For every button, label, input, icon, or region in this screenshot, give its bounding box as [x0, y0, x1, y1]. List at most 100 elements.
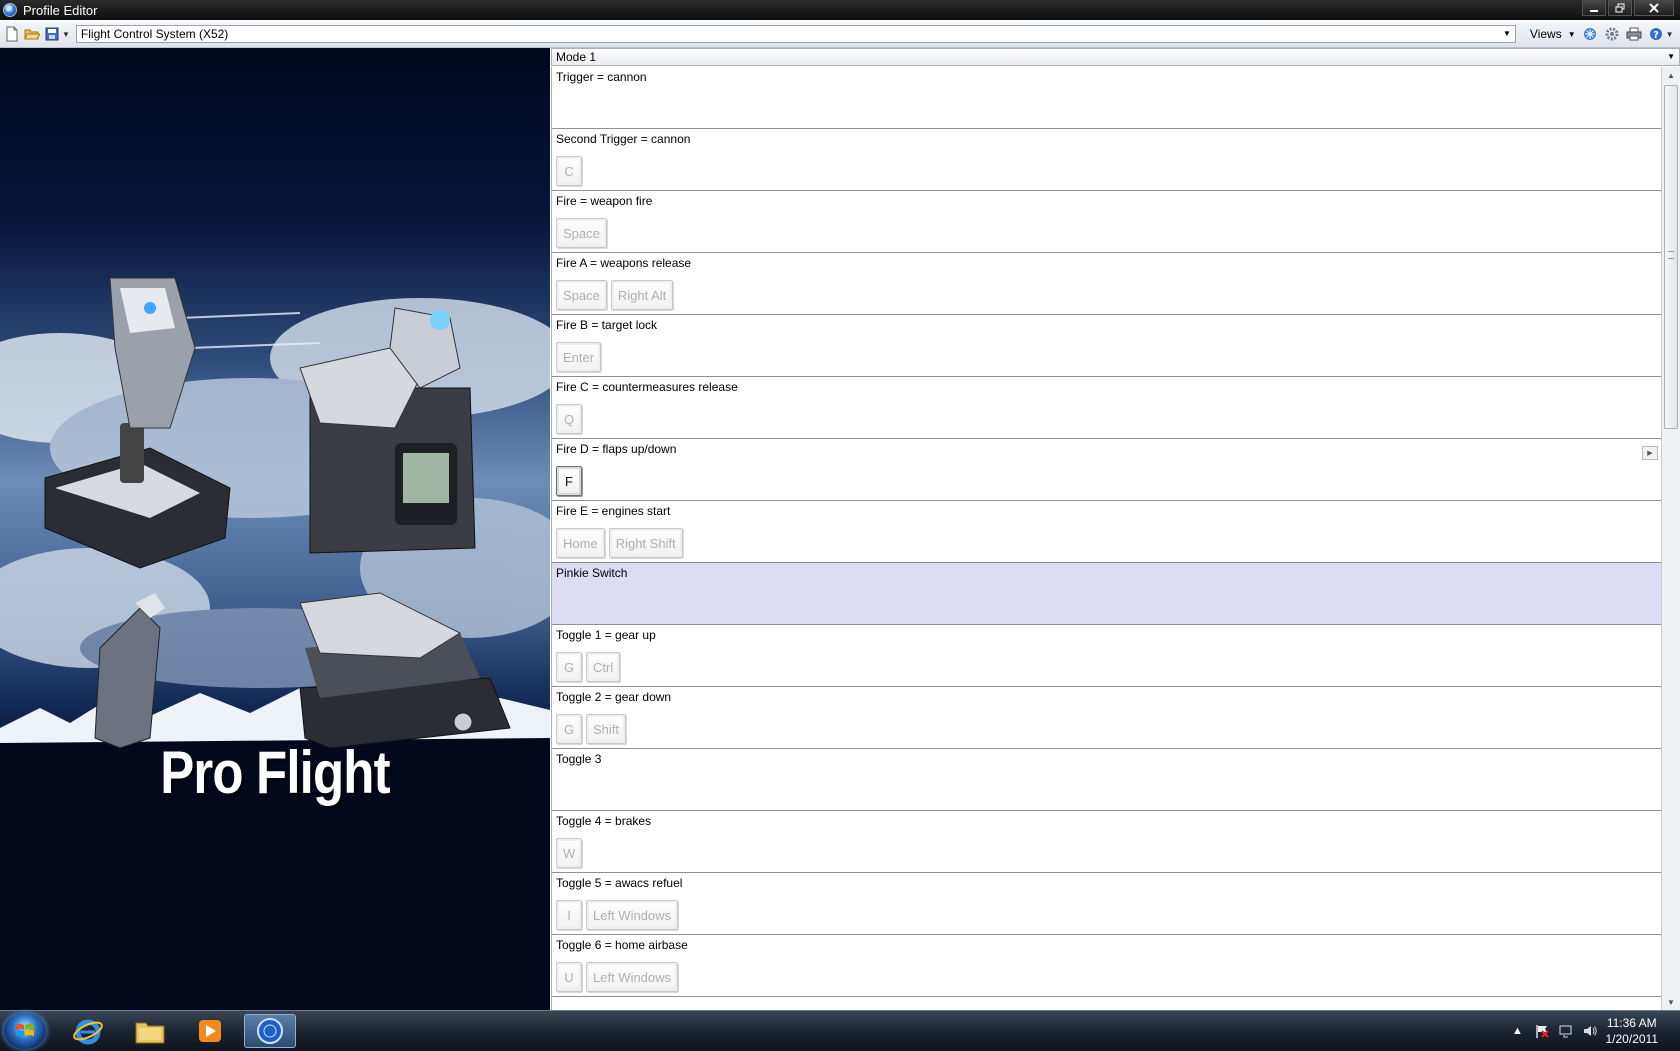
taskbar-media-player[interactable]	[184, 1014, 236, 1048]
binding-label: Pinkie Switch	[556, 566, 627, 580]
binding-row[interactable]: Toggle 2 = gear downGShift	[552, 687, 1662, 749]
key-chip[interactable]: C	[556, 156, 582, 186]
key-sequence: ULeft Windows	[556, 962, 678, 992]
key-chip[interactable]: Space	[556, 218, 607, 248]
key-chip[interactable]: Q	[556, 404, 582, 434]
chevron-down-icon: ▼	[1503, 29, 1511, 38]
key-chip[interactable]: G	[556, 652, 582, 682]
key-sequence: ILeft Windows	[556, 900, 678, 930]
binding-label: Toggle 5 = awacs refuel	[556, 876, 682, 890]
key-sequence: Space	[556, 218, 607, 248]
key-sequence: Q	[556, 404, 582, 434]
taskbar-explorer[interactable]	[124, 1014, 176, 1048]
pro-flight-logo: Pro Flight	[41, 738, 509, 807]
binding-row[interactable]: Fire C = countermeasures releaseQ	[552, 377, 1662, 439]
key-chip[interactable]: W	[556, 838, 582, 868]
binding-row[interactable]: Fire E = engines startHomeRight Shift	[552, 501, 1662, 563]
expand-arrow-icon[interactable]: ▶	[1642, 446, 1658, 460]
minimize-icon	[1589, 3, 1599, 13]
key-sequence: HomeRight Shift	[556, 528, 683, 558]
key-chip[interactable]: F	[556, 466, 582, 496]
clock-date: 1/20/2011	[1606, 1031, 1659, 1047]
restore-button[interactable]	[1608, 0, 1632, 16]
key-chip[interactable]: Ctrl	[586, 652, 620, 682]
binding-row[interactable]: Fire D = flaps up/downF▶	[552, 439, 1662, 501]
open-profile-button[interactable]	[24, 26, 40, 42]
print-button[interactable]	[1626, 26, 1642, 42]
key-chip[interactable]: U	[556, 962, 582, 992]
binding-list: Trigger = cannon Second Trigger = cannonC…	[551, 67, 1662, 1010]
windows-logo-icon	[15, 1022, 35, 1040]
key-chip[interactable]: Space	[556, 280, 607, 310]
save-options-dropdown[interactable]: ▼	[62, 30, 70, 39]
action-center-icon[interactable]	[1534, 1023, 1550, 1039]
show-hidden-icons-icon[interactable]: ▲	[1510, 1023, 1526, 1039]
scroll-up-icon[interactable]: ▲	[1662, 67, 1680, 83]
product-image-panel: Pro Flight	[0, 48, 550, 1010]
network-icon[interactable]	[1558, 1023, 1574, 1039]
internet-explorer-icon	[73, 1016, 103, 1046]
binding-row[interactable]: Trigger = cannon	[552, 67, 1662, 129]
window-controls	[1582, 0, 1674, 16]
binding-row[interactable]: Pinkie Switch	[552, 563, 1662, 625]
binding-row[interactable]: Fire A = weapons releaseSpaceRight Alt	[552, 253, 1662, 315]
taskbar: ▲ 11:36 AM 1/20/2011	[0, 1010, 1680, 1051]
help-icon: ?	[1649, 27, 1663, 41]
speaker-icon	[1582, 1023, 1598, 1039]
key-chip[interactable]: I	[556, 900, 582, 930]
binding-label: Fire = weapon fire	[556, 194, 652, 208]
binding-row[interactable]: Second Trigger = cannonC	[552, 129, 1662, 191]
save-profile-button[interactable]	[44, 26, 60, 42]
help-dropdown-icon[interactable]: ▼	[1666, 30, 1674, 39]
close-button[interactable]	[1634, 0, 1674, 16]
binding-label: Toggle 1 = gear up	[556, 628, 656, 642]
profile-globe-button[interactable]	[1582, 26, 1598, 42]
key-sequence: W	[556, 838, 582, 868]
profile-select[interactable]: Flight Control System (X52) ▼	[76, 25, 1516, 43]
taskbar-profile-editor[interactable]	[244, 1014, 296, 1048]
key-sequence: F	[556, 466, 582, 496]
taskbar-internet-explorer[interactable]	[62, 1014, 114, 1048]
new-profile-button[interactable]	[4, 26, 20, 42]
binding-row[interactable]: Fire B = target lockEnter	[552, 315, 1662, 377]
key-chip[interactable]: Home	[556, 528, 605, 558]
close-icon	[1649, 3, 1659, 13]
key-chip[interactable]: G	[556, 714, 582, 744]
views-dropdown-icon[interactable]: ▼	[1568, 30, 1576, 39]
scroll-down-icon[interactable]: ▼	[1662, 994, 1680, 1010]
key-chip[interactable]: Shift	[586, 714, 626, 744]
views-menu[interactable]: Views	[1530, 27, 1562, 41]
binding-label: Toggle 4 = brakes	[556, 814, 651, 828]
key-chip[interactable]: Left Windows	[586, 900, 678, 930]
binding-label: Trigger = cannon	[556, 70, 647, 84]
binding-row[interactable]: Toggle 3	[552, 749, 1662, 811]
scroll-grip-icon	[1668, 251, 1674, 259]
profile-editor-icon	[255, 1016, 285, 1046]
key-chip[interactable]: Right Shift	[609, 528, 683, 558]
key-chip[interactable]: Enter	[556, 342, 601, 372]
toolbar: ▼ Flight Control System (X52) ▼ Views ▼ …	[0, 21, 1680, 48]
binding-row[interactable]: Toggle 6 = home airbaseULeft Windows	[552, 935, 1662, 997]
snowflake-icon	[1583, 27, 1597, 41]
mode-select[interactable]: Mode 1 ▼	[551, 48, 1680, 66]
binding-row[interactable]: Toggle 5 = awacs refuel ILeft Windows	[552, 873, 1662, 935]
volume-icon[interactable]	[1582, 1023, 1598, 1039]
network-monitor-icon	[1558, 1023, 1574, 1039]
key-sequence: GCtrl	[556, 652, 620, 682]
minimize-button[interactable]	[1582, 0, 1606, 16]
binding-row[interactable]: Toggle 4 = brakes W	[552, 811, 1662, 873]
mode-select-value: Mode 1	[556, 50, 596, 64]
key-chip[interactable]: Left Windows	[586, 962, 678, 992]
settings-button[interactable]	[1604, 26, 1620, 42]
system-clock[interactable]: 11:36 AM 1/20/2011	[1606, 1015, 1659, 1047]
key-chip[interactable]: Right Alt	[611, 280, 673, 310]
save-icon	[45, 27, 59, 41]
binding-row[interactable]: Toggle 1 = gear up GCtrl	[552, 625, 1662, 687]
help-button[interactable]: ?	[1648, 26, 1664, 42]
binding-row[interactable]: Fire = weapon fire Space	[552, 191, 1662, 253]
key-sequence: Enter	[556, 342, 601, 372]
start-button[interactable]	[4, 1013, 46, 1049]
app-icon	[3, 3, 17, 17]
scroll-thumb[interactable]	[1664, 85, 1678, 429]
list-scrollbar[interactable]: ▲ ▼	[1661, 67, 1680, 1010]
